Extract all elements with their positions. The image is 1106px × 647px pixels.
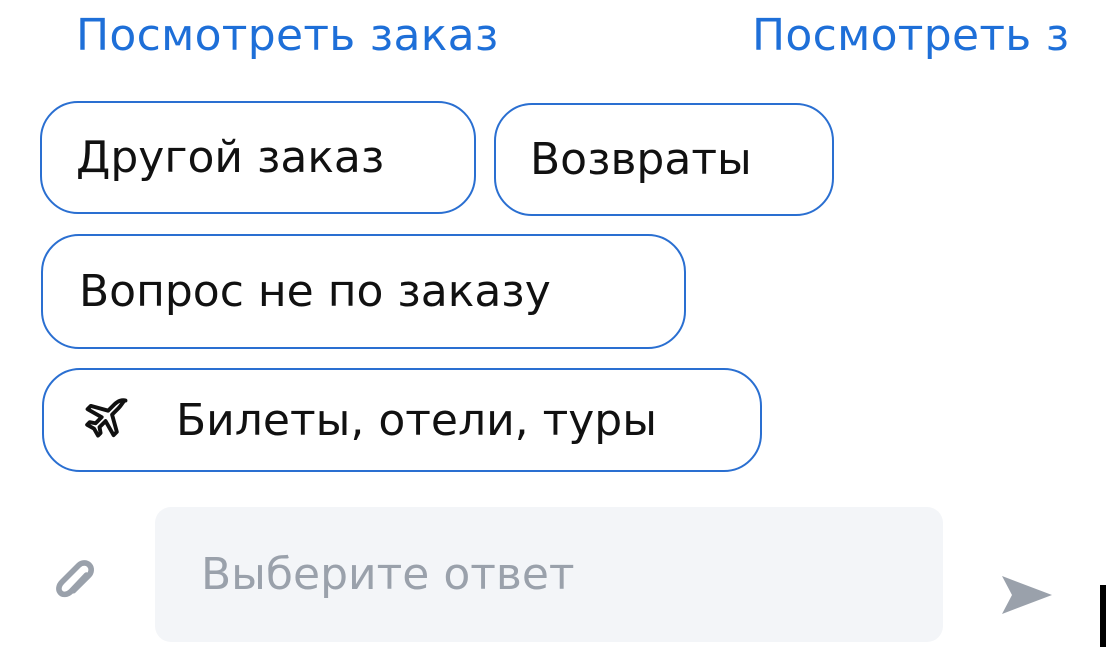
chip-label: Вопрос не по заказу — [79, 266, 551, 317]
chip-label: Другой заказ — [76, 132, 385, 183]
view-order-link[interactable]: Посмотреть заказ — [76, 10, 499, 61]
chip-non-order-question[interactable]: Вопрос не по заказу — [41, 234, 686, 349]
reply-field[interactable] — [155, 507, 943, 642]
chip-label: Возвраты — [530, 134, 752, 185]
view-order-link-2[interactable]: Посмотреть з — [752, 10, 1070, 61]
reply-input[interactable] — [201, 549, 943, 600]
chip-tickets-hotels-tours[interactable]: Билеты, отели, туры — [42, 368, 762, 472]
chip-returns[interactable]: Возвраты — [494, 103, 834, 216]
chip-other-order[interactable]: Другой заказ — [40, 101, 476, 214]
send-icon[interactable] — [1000, 572, 1054, 618]
paperclip-icon[interactable] — [55, 557, 97, 607]
edge-divider — [1100, 585, 1106, 647]
chip-label: Билеты, отели, туры — [176, 394, 657, 446]
airplane-icon — [80, 394, 132, 446]
